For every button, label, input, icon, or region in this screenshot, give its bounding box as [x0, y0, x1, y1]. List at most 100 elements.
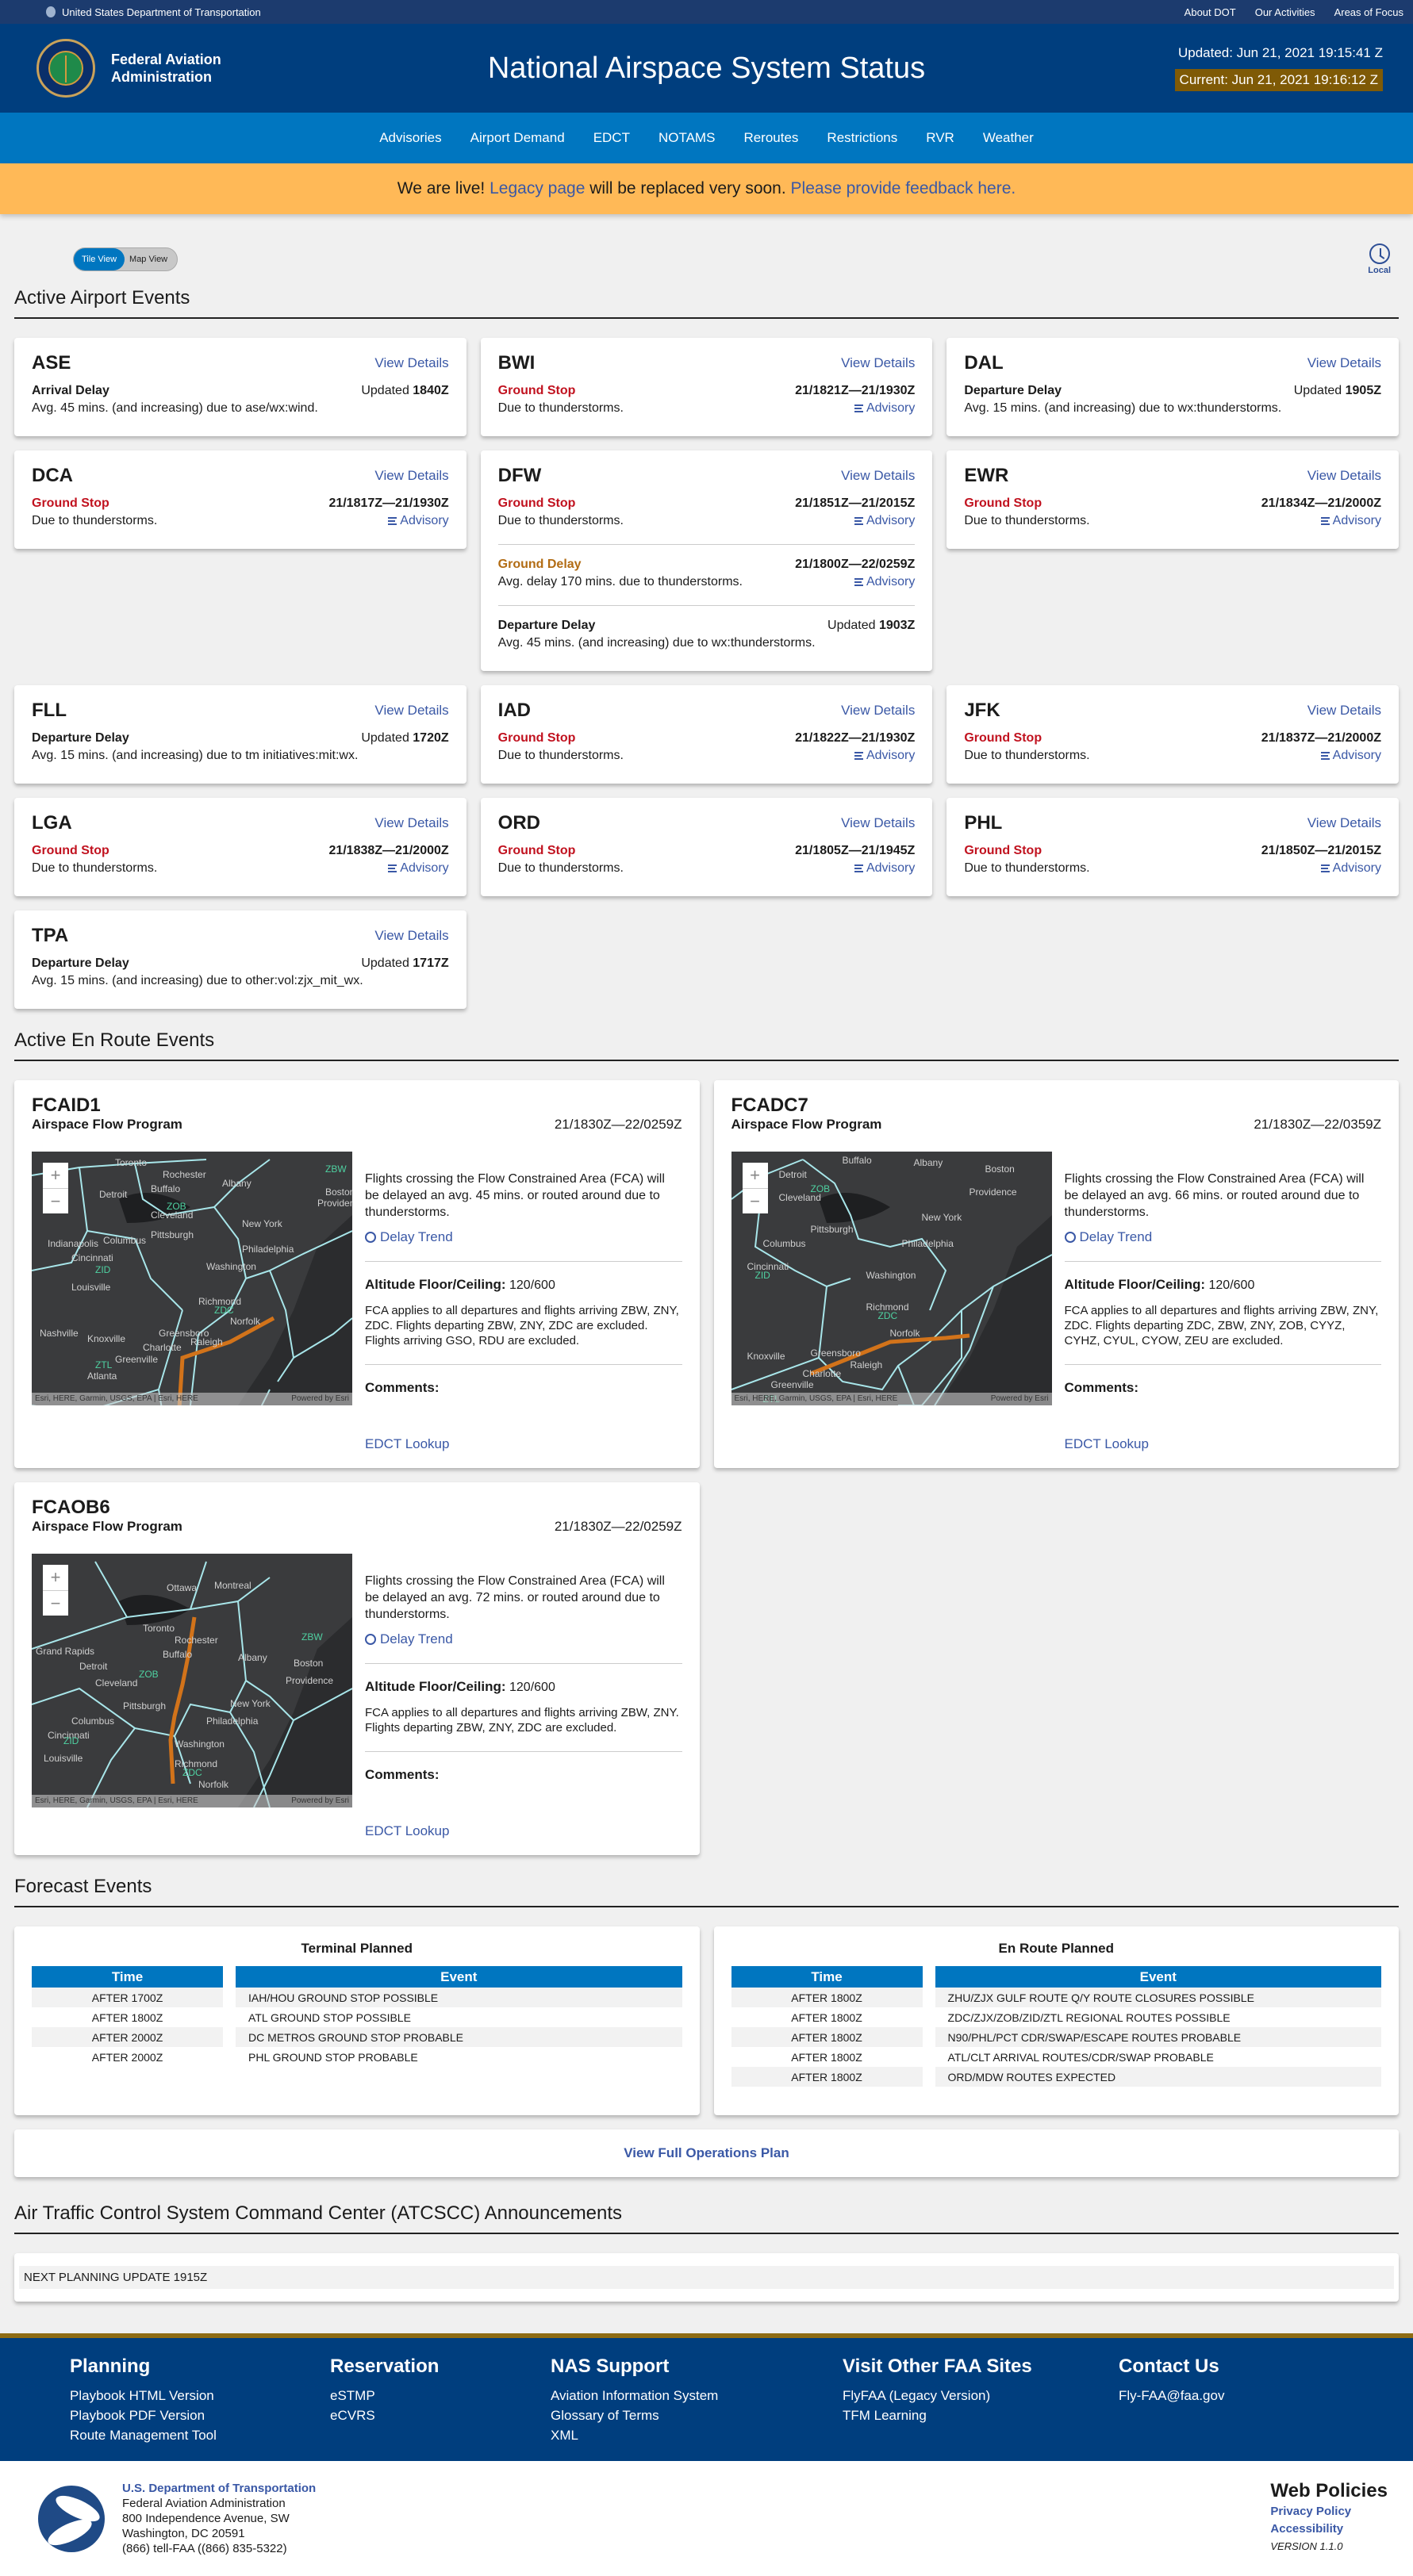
- footer-link[interactable]: FlyFAA (Legacy Version): [843, 2386, 1049, 2405]
- map-view-button[interactable]: Map View: [125, 255, 177, 264]
- footer-link[interactable]: Playbook PDF Version: [70, 2405, 260, 2425]
- advisory-link[interactable]: Advisory: [1320, 860, 1381, 877]
- zoom-in-button[interactable]: +: [743, 1163, 768, 1188]
- topbar-link-our-activities[interactable]: Our Activities: [1255, 6, 1315, 18]
- view-details-link[interactable]: View Details: [374, 815, 448, 831]
- faa-seal-icon[interactable]: [36, 39, 95, 98]
- event-type: Ground Stop: [497, 496, 576, 510]
- local-time-toggle[interactable]: Local: [1368, 243, 1391, 275]
- view-toggle[interactable]: Tile View Map View: [73, 247, 179, 271]
- advisory-link[interactable]: Advisory: [1320, 512, 1381, 530]
- delay-trend-link[interactable]: Delay Trend: [365, 1229, 682, 1245]
- delay-trend-link[interactable]: Delay Trend: [365, 1631, 682, 1647]
- edct-lookup-link[interactable]: EDCT Lookup: [365, 1823, 682, 1839]
- altitude-value: 120/600: [509, 1278, 555, 1292]
- nav-advisories[interactable]: Advisories: [379, 130, 441, 146]
- feedback-link[interactable]: Please provide feedback here.: [791, 179, 1016, 198]
- footer-link[interactable]: Fly-FAA@faa.gov: [1119, 2386, 1277, 2405]
- delay-trend-link[interactable]: Delay Trend: [1064, 1229, 1382, 1245]
- airport-events-grid: ASE View Details Arrival Delay Updated 1840…: [14, 338, 1399, 1009]
- enroute-planned-title: En Route Planned: [998, 1941, 1114, 1956]
- view-details-link[interactable]: View Details: [841, 815, 915, 831]
- footer-link[interactable]: Glossary of Terms: [551, 2405, 773, 2425]
- privacy-policy-link[interactable]: Privacy Policy: [1270, 2503, 1388, 2520]
- legacy-page-link[interactable]: Legacy page: [490, 179, 585, 198]
- advisory-link[interactable]: Advisory: [854, 512, 915, 530]
- map-city-label: Detroit: [99, 1189, 128, 1201]
- advisory-link[interactable]: Advisory: [1320, 747, 1381, 765]
- enroute-events-title: Active En Route Events: [14, 1028, 1399, 1061]
- dot-phone: (866) tell-FAA ((866) 835-5322): [122, 2542, 287, 2555]
- advisory-link[interactable]: Advisory: [388, 860, 449, 877]
- advisory-link[interactable]: Advisory: [854, 747, 915, 765]
- view-details-link[interactable]: View Details: [1307, 703, 1381, 719]
- view-details-link[interactable]: View Details: [374, 355, 448, 371]
- airspace-map[interactable]: Toronto Rochester Buffalo Albany ZBW Boston De…: [32, 1152, 352, 1405]
- map-city-label: Nashville: [40, 1327, 79, 1339]
- view-details-link[interactable]: View Details: [1307, 468, 1381, 484]
- dot-title[interactable]: U.S. Department of Transportation: [122, 2481, 316, 2496]
- program-info: Flights crossing the Flow Constrained Ar…: [1064, 1152, 1382, 1452]
- airport-code: IAD: [497, 700, 531, 721]
- advisory-icon: [854, 404, 863, 412]
- zoom-out-button[interactable]: −: [43, 1590, 68, 1616]
- event-time: 21/1805Z—21/1945Z: [795, 842, 915, 860]
- nav-reroutes[interactable]: Reroutes: [743, 130, 798, 146]
- zoom-in-button[interactable]: +: [43, 1565, 68, 1590]
- zoom-out-button[interactable]: −: [742, 1188, 768, 1213]
- tile-view-button[interactable]: Tile View: [74, 248, 125, 270]
- nav-notams[interactable]: NOTAMS: [659, 130, 715, 146]
- map-attribution: Esri, HERE, Garmin, USGS, EPA | Esri, HE…: [32, 1393, 352, 1405]
- view-details-link[interactable]: View Details: [841, 355, 915, 371]
- view-details-link[interactable]: View Details: [374, 703, 448, 719]
- view-details-link[interactable]: View Details: [374, 468, 448, 484]
- footer-link[interactable]: eCVRS: [330, 2405, 481, 2425]
- nav-airport-demand[interactable]: Airport Demand: [470, 130, 565, 146]
- advisory-link[interactable]: Advisory: [388, 512, 449, 530]
- zoom-in-button[interactable]: +: [43, 1163, 68, 1188]
- forecast-row: AFTER 1800Z ATL/CLT ARRIVAL ROUTES/CDR/SW…: [731, 2047, 1381, 2067]
- announcements-title: Air Traffic Control System Command Cente…: [14, 2201, 1399, 2234]
- forecast-event: N90/PHL/PCT CDR/SWAP/ESCAPE ROUTES PROBA…: [935, 2027, 1381, 2047]
- event-time-value: 1903Z: [878, 619, 916, 632]
- forecast-event: IAH/HOU GROUND STOP POSSIBLE: [236, 1988, 682, 2007]
- event-time-value: 21/1838Z—21/2000Z: [328, 844, 449, 857]
- altitude-row: Altitude Floor/Ceiling: 120/600: [365, 1276, 682, 1294]
- edct-lookup-link[interactable]: EDCT Lookup: [1065, 1436, 1382, 1452]
- current-time: Current: Jun 21, 2021 19:16:12 Z: [1174, 69, 1383, 91]
- airspace-map[interactable]: Ottawa Montreal Toronto Rochester ZBW Grand R…: [32, 1554, 352, 1807]
- view-details-link[interactable]: View Details: [374, 928, 448, 944]
- footer-link[interactable]: Route Management Tool: [70, 2425, 260, 2445]
- enroute-program-card: FCAID1 Airspace Flow Program 21/1830Z—22/0…: [14, 1080, 700, 1468]
- view-full-operations-plan-link[interactable]: View Full Operations Plan: [624, 2145, 789, 2160]
- topbar-link-about-dot[interactable]: About DOT: [1185, 6, 1236, 18]
- airspace-map[interactable]: Buffalo Albany Boston Detroit ZOB Cleveland Pr…: [731, 1152, 1052, 1405]
- view-details-link[interactable]: View Details: [1307, 355, 1381, 371]
- footer-link[interactable]: eSTMP: [330, 2386, 481, 2405]
- program-name: FCADC7: [731, 1094, 808, 1116]
- view-details-link[interactable]: View Details: [841, 468, 915, 484]
- footer-link[interactable]: TFM Learning: [843, 2405, 1049, 2425]
- map-city-label: Indianapolis: [48, 1238, 99, 1250]
- event-row: Avg. 15 mins. (and increasing) due to wx…: [964, 400, 1381, 417]
- advisory-link[interactable]: Advisory: [854, 400, 915, 417]
- event-header: Event: [935, 1966, 1381, 1988]
- event-time: Updated 1840Z: [361, 382, 448, 400]
- footer-link[interactable]: XML: [551, 2425, 773, 2445]
- nav-edct[interactable]: EDCT: [593, 130, 630, 146]
- footer-link[interactable]: Aviation Information System: [551, 2386, 773, 2405]
- org-name[interactable]: Federal Aviation Administration: [111, 51, 238, 86]
- view-details-link[interactable]: View Details: [841, 703, 915, 719]
- accessibility-link[interactable]: Accessibility: [1270, 2520, 1388, 2538]
- airport-event: Ground Stop 21/1851Z—21/2015Z Due to thund…: [498, 492, 916, 531]
- edct-lookup-link[interactable]: EDCT Lookup: [365, 1436, 682, 1452]
- view-details-link[interactable]: View Details: [1307, 815, 1381, 831]
- advisory-link[interactable]: Advisory: [854, 860, 915, 877]
- nav-restrictions[interactable]: Restrictions: [827, 130, 897, 146]
- nav-weather[interactable]: Weather: [983, 130, 1034, 146]
- zoom-out-button[interactable]: −: [43, 1188, 68, 1213]
- advisory-link[interactable]: Advisory: [854, 573, 915, 591]
- topbar-link-areas-of-focus[interactable]: Areas of Focus: [1334, 6, 1403, 18]
- footer-link[interactable]: Playbook HTML Version: [70, 2386, 260, 2405]
- nav-rvr[interactable]: RVR: [926, 130, 954, 146]
